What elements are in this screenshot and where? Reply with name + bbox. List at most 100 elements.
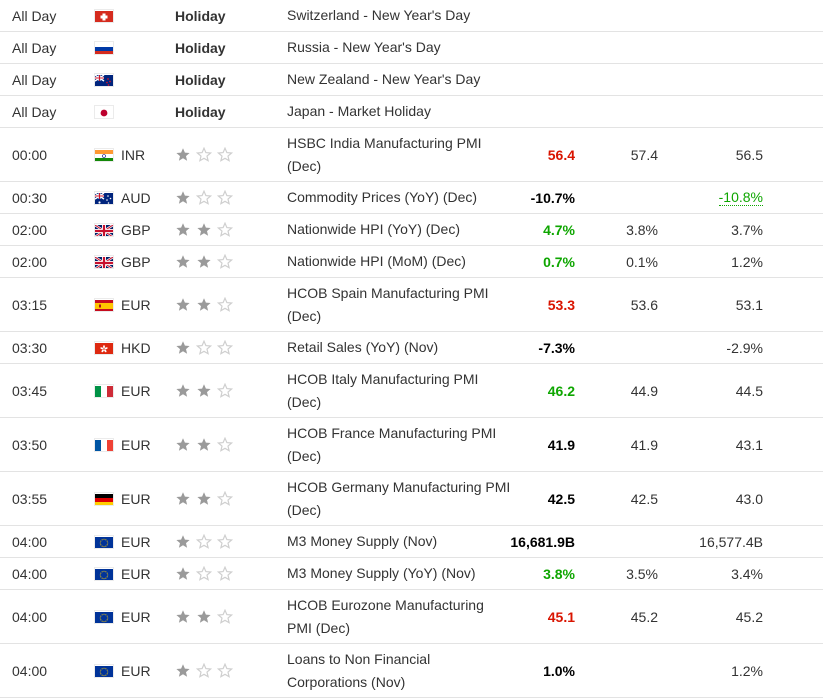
- importance-star-empty-icon: [217, 533, 233, 549]
- previous-value: 43.1: [735, 436, 763, 453]
- importance-star-filled-icon: [176, 534, 190, 548]
- event-row[interactable]: 03:55 EUR HCOB Germany Manufacturing PMI (…: [0, 472, 823, 526]
- currency-code: EUR: [121, 296, 151, 313]
- holiday-row[interactable]: All Day Holiday Switzerland - New Year's D…: [0, 0, 823, 32]
- previous-value: [670, 96, 763, 127]
- event-row[interactable]: 03:50 EUR HCOB France Manufacturing PMI (D…: [0, 418, 823, 472]
- importance-rating: [175, 590, 255, 643]
- event-name-link[interactable]: M3 Money Supply (YoY) (Nov): [287, 558, 512, 589]
- event-name-link[interactable]: Russia - New Year's Day: [287, 32, 512, 63]
- importance-star-filled-icon: [176, 383, 190, 397]
- event-time: 00:30: [12, 189, 48, 206]
- importance-star-filled-icon: [176, 609, 190, 623]
- event-row[interactable]: 03:45 EUR HCOB Italy Manufacturing PMI (De…: [0, 364, 823, 418]
- importance-star-filled-icon: [197, 609, 211, 623]
- actual-value: [490, 0, 575, 31]
- importance-rating: [175, 182, 255, 213]
- importance-rating: [175, 526, 255, 557]
- event-name-link[interactable]: M3 Money Supply (Nov): [287, 526, 512, 557]
- forecast-value: 3.8%: [626, 221, 658, 238]
- event-time: All Day: [12, 71, 57, 88]
- importance-star-empty-icon: [217, 382, 233, 398]
- importance-rating: [175, 128, 255, 181]
- importance-star-filled-icon: [197, 222, 211, 236]
- event-name-link[interactable]: HCOB Germany Manufacturing PMI (Dec): [287, 472, 512, 525]
- forecast-value: 53.6: [630, 296, 658, 313]
- event-time: All Day: [12, 39, 57, 56]
- holiday-label: Holiday: [175, 39, 226, 56]
- event-row[interactable]: 04:00 EUR HCOB Eurozone Manufacturing PMI …: [0, 590, 823, 644]
- event-row[interactable]: 04:00 EUR M3 Money Supply (Nov) 16,681.9B 16…: [0, 526, 823, 558]
- actual-value: 3.8%: [543, 565, 575, 582]
- currency-code: GBP: [121, 253, 151, 270]
- event-row[interactable]: 04:00 EUR M3 Money Supply (YoY) (Nov) 3.8% 3…: [0, 558, 823, 590]
- event-time: All Day: [12, 7, 57, 24]
- fr-flag-icon: [95, 418, 113, 471]
- importance-star-empty-icon: [217, 221, 233, 237]
- event-name-link[interactable]: HCOB Eurozone Manufacturing PMI (Dec): [287, 590, 512, 643]
- event-row[interactable]: 02:00 GBP Nationwide HPI (MoM) (Dec) 0.7% 0.…: [0, 246, 823, 278]
- event-row[interactable]: 03:30 HKD Retail Sales (YoY) (Nov) -7.3% -2.…: [0, 332, 823, 364]
- importance-rating: [175, 364, 255, 417]
- previous-value: 3.7%: [731, 221, 763, 238]
- event-name-link[interactable]: Switzerland - New Year's Day: [287, 0, 512, 31]
- event-row[interactable]: 00:30 AUD Commodity Prices (YoY) (Dec) -10.…: [0, 182, 823, 214]
- event-row[interactable]: 04:00 EUR Loans to Non Financial Corporati…: [0, 644, 823, 698]
- previous-revised-value[interactable]: -10.8%: [718, 189, 763, 206]
- importance-star-empty-icon: [217, 189, 233, 205]
- importance-rating: [175, 278, 255, 331]
- event-name-link[interactable]: Nationwide HPI (MoM) (Dec): [287, 246, 512, 277]
- event-time: 03:15: [12, 296, 48, 313]
- forecast-value: 3.5%: [626, 565, 658, 582]
- importance-rating: [175, 644, 255, 697]
- event-name-link[interactable]: Japan - Market Holiday: [287, 96, 512, 127]
- event-name-link[interactable]: Commodity Prices (YoY) (Dec): [287, 182, 512, 213]
- event-name-link[interactable]: HCOB Italy Manufacturing PMI (Dec): [287, 364, 512, 417]
- importance-star-filled-icon: [176, 663, 190, 677]
- holiday-row[interactable]: All Day Holiday New Zealand - New Year's D…: [0, 64, 823, 96]
- eu-flag-icon: [95, 558, 113, 589]
- event-name-link[interactable]: HCOB Spain Manufacturing PMI (Dec): [287, 278, 512, 331]
- importance-rating: [175, 246, 255, 277]
- importance-star-filled-icon: [176, 491, 190, 505]
- event-name-link[interactable]: Loans to Non Financial Corporations (Nov…: [287, 644, 512, 697]
- importance-star-empty-icon: [217, 565, 233, 581]
- event-row[interactable]: 02:00 GBP Nationwide HPI (YoY) (Dec) 4.7% 3.…: [0, 214, 823, 246]
- event-name-link[interactable]: New Zealand - New Year's Day: [287, 64, 512, 95]
- economic-calendar-table: All Day Holiday Switzerland - New Year's D…: [0, 0, 823, 698]
- currency-code: EUR: [121, 382, 151, 399]
- event-time: 03:45: [12, 382, 48, 399]
- actual-value: 41.9: [547, 436, 575, 453]
- currency-code: EUR: [121, 662, 151, 679]
- actual-value: 45.1: [547, 608, 575, 625]
- actual-value: -10.7%: [530, 189, 575, 206]
- previous-value[interactable]: -10.8%: [670, 182, 763, 213]
- importance-rating: [175, 418, 255, 471]
- event-row[interactable]: 00:00 INR HSBC India Manufacturing PMI (De…: [0, 128, 823, 182]
- holiday-label: Holiday: [175, 71, 226, 88]
- importance-rating: [175, 214, 255, 245]
- importance-star-filled-icon: [176, 297, 190, 311]
- holiday-label: Holiday: [175, 103, 226, 120]
- event-time: 02:00: [12, 221, 48, 238]
- event-row[interactable]: 03:15 EUR HCOB Spain Manufacturing PMI (De…: [0, 278, 823, 332]
- event-name-link[interactable]: HCOB France Manufacturing PMI (Dec): [287, 418, 512, 471]
- forecast-value: 42.5: [630, 490, 658, 507]
- actual-value: [490, 96, 575, 127]
- previous-value: 16,577.4B: [699, 533, 763, 550]
- event-name-link[interactable]: Retail Sales (YoY) (Nov): [287, 332, 512, 363]
- holiday-row[interactable]: All Day Holiday Russia - New Year's Day: [0, 32, 823, 64]
- previous-value: 53.1: [735, 296, 763, 313]
- forecast-value: [585, 64, 658, 95]
- actual-value: [490, 32, 575, 63]
- currency-code: EUR: [121, 608, 151, 625]
- currency-code: EUR: [121, 565, 151, 582]
- event-name-link[interactable]: Nationwide HPI (YoY) (Dec): [287, 214, 512, 245]
- holiday-row[interactable]: All Day Holiday Japan - Market Holiday: [0, 96, 823, 128]
- importance-star-empty-icon: [217, 339, 233, 355]
- importance-star-empty-icon: [217, 662, 233, 678]
- event-time: 04:00: [12, 533, 48, 550]
- forecast-value: 57.4: [630, 146, 658, 163]
- event-name-link[interactable]: HSBC India Manufacturing PMI (Dec): [287, 128, 512, 181]
- importance-star-filled-icon: [176, 254, 190, 268]
